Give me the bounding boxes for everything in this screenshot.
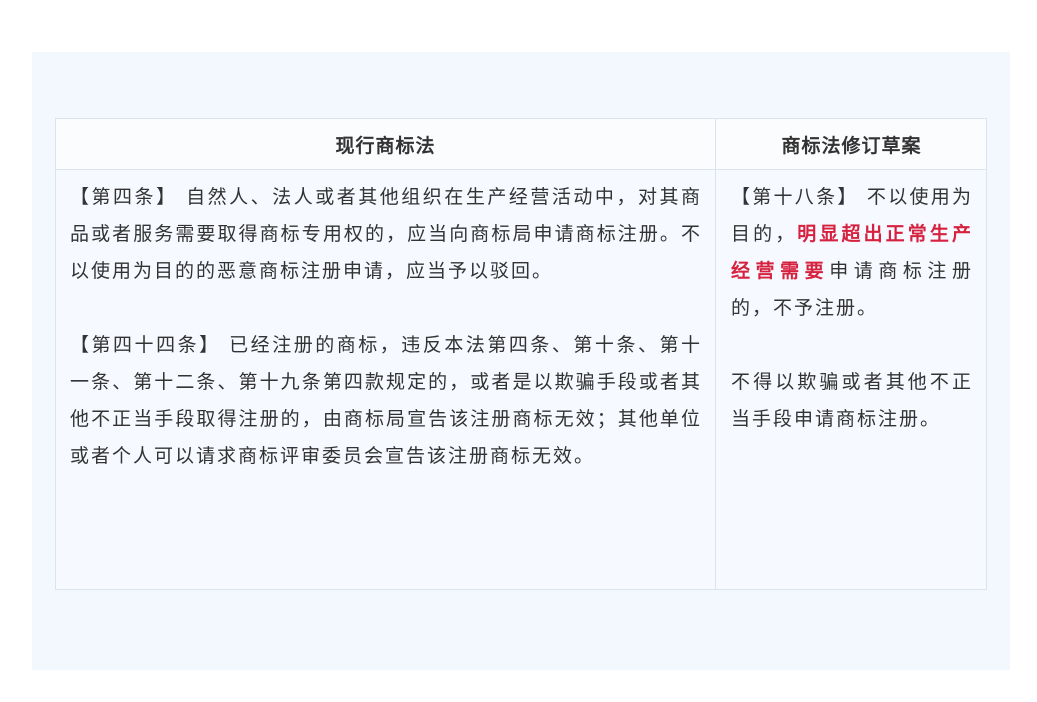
header-draft-law: 商标法修订草案 [781, 135, 922, 157]
column-divider [715, 119, 716, 589]
current-article-44: 【第四十四条】 已经注册的商标，违反本法第四条、第十条、第十一条、第十二条、第十… [70, 334, 702, 467]
table-header-row: 现行商标法 商标法修订草案 [56, 119, 986, 170]
draft-article-18-second: 不得以欺骗或者其他不正当手段申请商标注册。 [731, 371, 973, 430]
current-article-4: 【第四条】 自然人、法人或者其他组织在生产经营活动中，对其商品或者服务需要取得商… [70, 186, 702, 282]
content-panel: 现行商标法 商标法修订草案 【第四条】 自然人、法人或者其他组织在生产经营活动中… [32, 52, 1010, 670]
comparison-table: 现行商标法 商标法修订草案 【第四条】 自然人、法人或者其他组织在生产经营活动中… [55, 118, 987, 590]
draft-article-18: 【第十八条】 不以使用为目的，明显超出正常生产经营需要申请商标注册的，不予注册。 [731, 179, 973, 327]
header-current-law: 现行商标法 [335, 135, 436, 157]
draft-law-cell: 【第十八条】 不以使用为目的，明显超出正常生产经营需要申请商标注册的，不予注册。… [731, 170, 973, 438]
current-law-cell: 【第四条】 自然人、法人或者其他组织在生产经营活动中，对其商品或者服务需要取得商… [70, 170, 702, 475]
